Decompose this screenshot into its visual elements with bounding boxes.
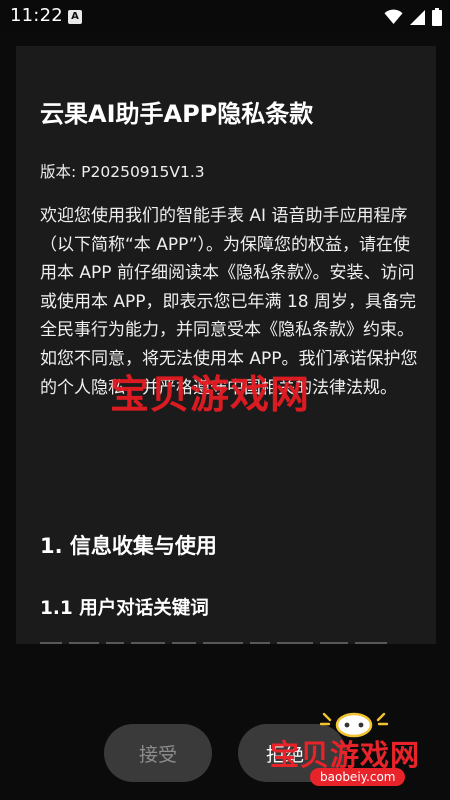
battery-icon	[432, 8, 442, 26]
accept-button[interactable]: 接受	[104, 724, 212, 782]
wifi-icon	[384, 9, 403, 25]
version-text: 版本: P20250915V1.3	[40, 163, 205, 181]
status-bar: 11:22 A	[0, 0, 450, 34]
intro-paragraph: 欢迎您使用我们的智能手表 AI 语音助手应用程序（以下简称“本 APP”）。为保…	[40, 206, 418, 398]
truncated-text-line	[40, 640, 420, 644]
notification-badge-icon: A	[68, 10, 82, 24]
section-heading-1: 1. 信息收集与使用	[40, 534, 217, 558]
reject-button[interactable]: 拒绝	[238, 724, 346, 782]
dialog-title: 云果AI助手APP隐私条款	[40, 100, 314, 128]
section-heading-1-1: 1.1 用户对话关键词	[40, 598, 209, 619]
status-icons	[384, 8, 442, 26]
signal-icon	[409, 9, 426, 26]
privacy-dialog[interactable]: 云果AI助手APP隐私条款 版本: P20250915V1.3 欢迎您使用我们的…	[16, 46, 436, 644]
status-time: 11:22	[10, 5, 63, 26]
